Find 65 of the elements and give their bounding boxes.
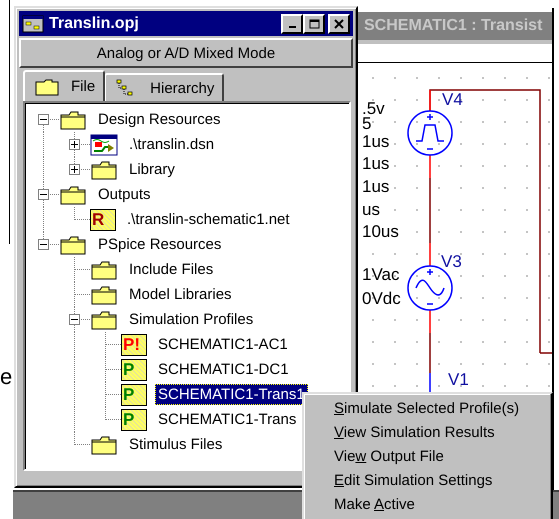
part-attribute: 10us xyxy=(362,223,399,241)
folder-icon xyxy=(90,160,118,180)
file-icon: R xyxy=(90,208,116,230)
tree-item[interactable]: SCHEMATIC1-Trans1 xyxy=(155,384,308,405)
expand-icon[interactable] xyxy=(69,139,80,150)
collapse-icon[interactable] xyxy=(38,114,49,125)
folder-icon xyxy=(59,184,87,204)
part-attribute: 1us xyxy=(362,133,390,151)
menu-item[interactable]: Make Active xyxy=(304,493,551,517)
tree-item[interactable]: Include Files xyxy=(126,259,216,280)
tab[interactable]: Hierarchy xyxy=(104,73,224,101)
tree-item[interactable]: Simulation Profiles xyxy=(126,309,256,330)
maximize-button[interactable] xyxy=(303,14,325,34)
folder-icon xyxy=(90,310,118,330)
menu-item[interactable]: View Output File xyxy=(304,445,551,469)
menu-item[interactable]: View Simulation Results xyxy=(304,421,551,445)
folder-icon xyxy=(59,234,87,254)
tree-item[interactable]: SCHEMATIC1-DC1 xyxy=(155,359,292,380)
tree-item[interactable]: SCHEMATIC1-Trans xyxy=(155,409,300,430)
tree-item[interactable]: Stimulus Files xyxy=(126,434,226,455)
tab[interactable]: File xyxy=(23,70,106,101)
mode-button[interactable]: Analog or A/D Mixed Mode xyxy=(19,38,353,68)
menu-item[interactable]: Edit Simulation Settings xyxy=(304,469,551,493)
part-attribute: us xyxy=(362,201,380,219)
tree-item[interactable]: Outputs xyxy=(95,184,154,205)
maximize-icon xyxy=(308,18,320,28)
window-title: Translin.opj xyxy=(49,14,140,32)
tree-item[interactable]: PSpice Resources xyxy=(95,234,224,255)
file-icon: P xyxy=(121,408,147,430)
tree-item[interactable]: Design Resources xyxy=(95,109,224,130)
folder-icon xyxy=(90,434,118,454)
tree-item[interactable]: SCHEMATIC1-AC1 xyxy=(155,334,291,355)
folder-icon xyxy=(90,284,118,304)
folder-icon xyxy=(90,260,118,280)
minimize-button[interactable] xyxy=(281,14,303,34)
tree-item[interactable]: Model Libraries xyxy=(126,284,235,305)
part-attribute: 1us xyxy=(362,178,390,196)
close-icon xyxy=(334,18,344,28)
minimize-icon xyxy=(288,26,296,28)
collapse-icon[interactable] xyxy=(38,189,49,200)
part-attribute: 0Vdc xyxy=(362,290,401,308)
collapse-icon[interactable] xyxy=(69,314,80,325)
window-icon xyxy=(22,14,44,32)
tree-item[interactable]: Library xyxy=(126,159,178,180)
close-button[interactable] xyxy=(328,14,350,34)
part-reference: V1 xyxy=(448,371,469,389)
part-reference: V3 xyxy=(441,253,462,271)
file-icon: P xyxy=(121,358,147,380)
part-reference: V4 xyxy=(442,91,463,109)
window-title: SCHEMATIC1 : Transist xyxy=(356,12,552,40)
tree-item[interactable]: .\translin-schematic1.net xyxy=(124,209,293,230)
folder-icon xyxy=(35,78,59,96)
folder-icon xyxy=(59,110,87,130)
part-attribute: 1Vac xyxy=(362,266,400,284)
expand-icon[interactable] xyxy=(69,164,80,175)
part-attribute: .5v xyxy=(362,100,385,118)
pulse-source-symbol xyxy=(407,110,453,156)
part-attribute: 5 xyxy=(362,115,372,133)
part-attribute: 1us xyxy=(362,155,390,173)
tree-item[interactable]: .\translin.dsn xyxy=(126,134,218,155)
collapse-icon[interactable] xyxy=(38,239,49,250)
file-icon: P! xyxy=(121,334,147,356)
partial-letter: e xyxy=(0,364,12,390)
schematic-file-icon xyxy=(90,134,118,156)
file-icon: P xyxy=(121,384,147,406)
